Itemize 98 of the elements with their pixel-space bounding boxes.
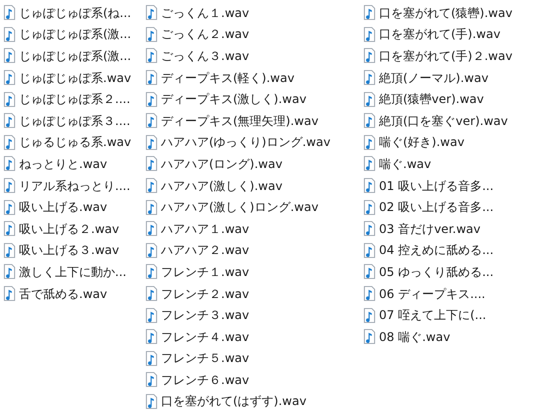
file-name[interactable]: じゅぽじゅぽ系３.... xyxy=(19,112,130,129)
file-name[interactable]: 絶頂(猿轡ver).wav xyxy=(379,91,484,108)
audio-file-icon xyxy=(3,5,16,20)
file-name[interactable]: 喘ぐ.wav xyxy=(379,156,432,172)
file-name[interactable]: フレンチ１.wav xyxy=(161,264,250,280)
audio-file-icon xyxy=(363,92,376,107)
file-name[interactable]: じゅぽじゅぽ系(激... xyxy=(19,48,132,64)
audio-file-icon xyxy=(363,134,376,150)
file-name[interactable]: 口を塞がれて(猿轡).wav xyxy=(379,4,512,21)
file-name[interactable]: 05 ゆっくり舐める... xyxy=(379,264,494,280)
file-name[interactable]: 吸い上げる３.wav xyxy=(19,242,120,258)
audio-file-icon xyxy=(145,221,158,236)
audio-file-icon xyxy=(145,178,158,194)
audio-file-icon xyxy=(145,200,158,215)
file-name[interactable]: フレンチ６.wav xyxy=(161,372,250,388)
file-name[interactable]: ハアハア(ロング).wav xyxy=(161,156,282,172)
file-name[interactable]: 口を塞がれて(はずす).wav xyxy=(161,393,306,410)
audio-file-icon xyxy=(145,329,158,344)
audio-file-icon xyxy=(3,26,16,42)
file-name[interactable]: ディープキス(激しく).wav xyxy=(161,91,306,108)
audio-file-icon xyxy=(363,264,376,280)
audio-file-icon xyxy=(3,134,16,150)
file-name[interactable]: 口を塞がれて(手)２.wav xyxy=(379,48,512,64)
file-name[interactable]: 吸い上げる.wav xyxy=(19,199,108,216)
audio-file-icon xyxy=(145,92,158,107)
file-name[interactable]: 喘ぐ(好き).wav xyxy=(379,134,464,150)
file-name[interactable]: 06 ディープキス.... xyxy=(379,286,486,302)
file-name[interactable]: じゅるじゅる系.wav xyxy=(19,134,132,150)
file-name[interactable]: フレンチ４.wav xyxy=(161,328,250,345)
audio-file-icon xyxy=(3,286,16,302)
file-name[interactable]: フレンチ５.wav xyxy=(161,350,250,366)
file-name[interactable]: 07 咥えて上下に(... xyxy=(379,307,486,324)
file-name[interactable]: 吸い上げる２.wav xyxy=(19,220,120,237)
audio-file-icon xyxy=(363,200,376,215)
audio-file-icon xyxy=(145,26,158,42)
file-name[interactable]: フレンチ３.wav xyxy=(161,307,250,324)
file-name[interactable]: ハアハア(ゆっくり)ロング.wav xyxy=(161,134,330,150)
file-name[interactable]: 01 吸い上げる音多... xyxy=(379,178,494,194)
audio-file-icon xyxy=(3,156,16,172)
file-name[interactable]: ごっくん２.wav xyxy=(161,26,250,42)
file-name[interactable]: 03 音だけver.wav xyxy=(379,220,480,237)
audio-file-icon xyxy=(363,156,376,172)
file-name[interactable]: 02 吸い上げる音多... xyxy=(379,199,494,216)
audio-file-icon xyxy=(363,242,376,258)
file-name[interactable]: 激しく上下に動か... xyxy=(19,264,126,280)
file-name[interactable]: じゅぽじゅぽ系.wav xyxy=(19,70,132,86)
file-name[interactable]: 舌で舐める.wav xyxy=(19,286,108,302)
file-name[interactable]: ごっくん３.wav xyxy=(161,48,250,64)
audio-file-icon xyxy=(3,70,16,86)
file-name[interactable]: ハアハア(激しく)ロング.wav xyxy=(161,199,318,216)
audio-file-icon xyxy=(3,200,16,215)
audio-file-icon xyxy=(145,350,158,366)
file-name[interactable]: 08 喘ぐ.wav xyxy=(379,328,450,345)
file-name[interactable]: 絶頂(口を塞ぐver).wav xyxy=(379,112,508,129)
audio-file-icon xyxy=(363,178,376,194)
file-name[interactable]: ディープキス(無理矢理).wav xyxy=(161,112,318,129)
audio-file-icon xyxy=(145,264,158,280)
file-name[interactable]: じゅぽじゅぽ系(激... xyxy=(19,26,132,42)
audio-file-icon xyxy=(3,242,16,258)
audio-file-icon xyxy=(3,113,16,128)
audio-file-icon xyxy=(363,329,376,344)
file-name[interactable]: ごっくん１.wav xyxy=(161,4,250,21)
file-name[interactable]: ハアハア１.wav xyxy=(161,220,250,237)
audio-file-icon xyxy=(145,70,158,86)
audio-file-icon xyxy=(363,308,376,323)
file-name[interactable]: じゅぽじゅぽ系２.... xyxy=(19,91,130,108)
audio-file-icon xyxy=(145,156,158,172)
audio-file-icon xyxy=(145,286,158,302)
audio-file-icon xyxy=(145,308,158,323)
audio-file-icon xyxy=(145,394,158,409)
audio-file-icon xyxy=(145,48,158,64)
audio-file-icon xyxy=(145,372,158,388)
audio-file-icon xyxy=(363,48,376,64)
audio-file-icon xyxy=(145,242,158,258)
audio-file-icon xyxy=(363,26,376,42)
file-name[interactable]: フレンチ２.wav xyxy=(161,286,250,302)
audio-file-icon xyxy=(145,113,158,128)
file-name[interactable]: じゅぽじゅぽ系(ね... xyxy=(19,4,132,21)
file-name[interactable]: ディープキス(軽く).wav xyxy=(161,70,294,86)
audio-file-icon xyxy=(145,5,158,20)
audio-file-icon xyxy=(3,221,16,236)
file-name[interactable]: 04 控えめに舐める... xyxy=(379,242,494,258)
audio-file-icon xyxy=(3,178,16,194)
file-name[interactable]: 絶頂(ノーマル).wav xyxy=(379,70,488,86)
audio-file-icon xyxy=(3,48,16,64)
file-name[interactable]: リアル系ねっとり.... xyxy=(19,178,130,194)
file-name[interactable]: 口を塞がれて(手).wav xyxy=(379,26,500,42)
audio-file-icon xyxy=(363,5,376,20)
file-name[interactable]: ハアハア(激しく).wav xyxy=(161,178,282,194)
audio-file-icon xyxy=(3,92,16,107)
audio-file-icon xyxy=(3,264,16,280)
file-name[interactable]: ねっとりと.wav xyxy=(19,156,108,172)
file-name[interactable]: ハアハア２.wav xyxy=(161,242,250,258)
audio-file-icon xyxy=(363,70,376,86)
audio-file-icon xyxy=(145,134,158,150)
audio-file-icon xyxy=(363,286,376,302)
audio-file-icon xyxy=(363,113,376,128)
audio-file-icon xyxy=(363,221,376,236)
